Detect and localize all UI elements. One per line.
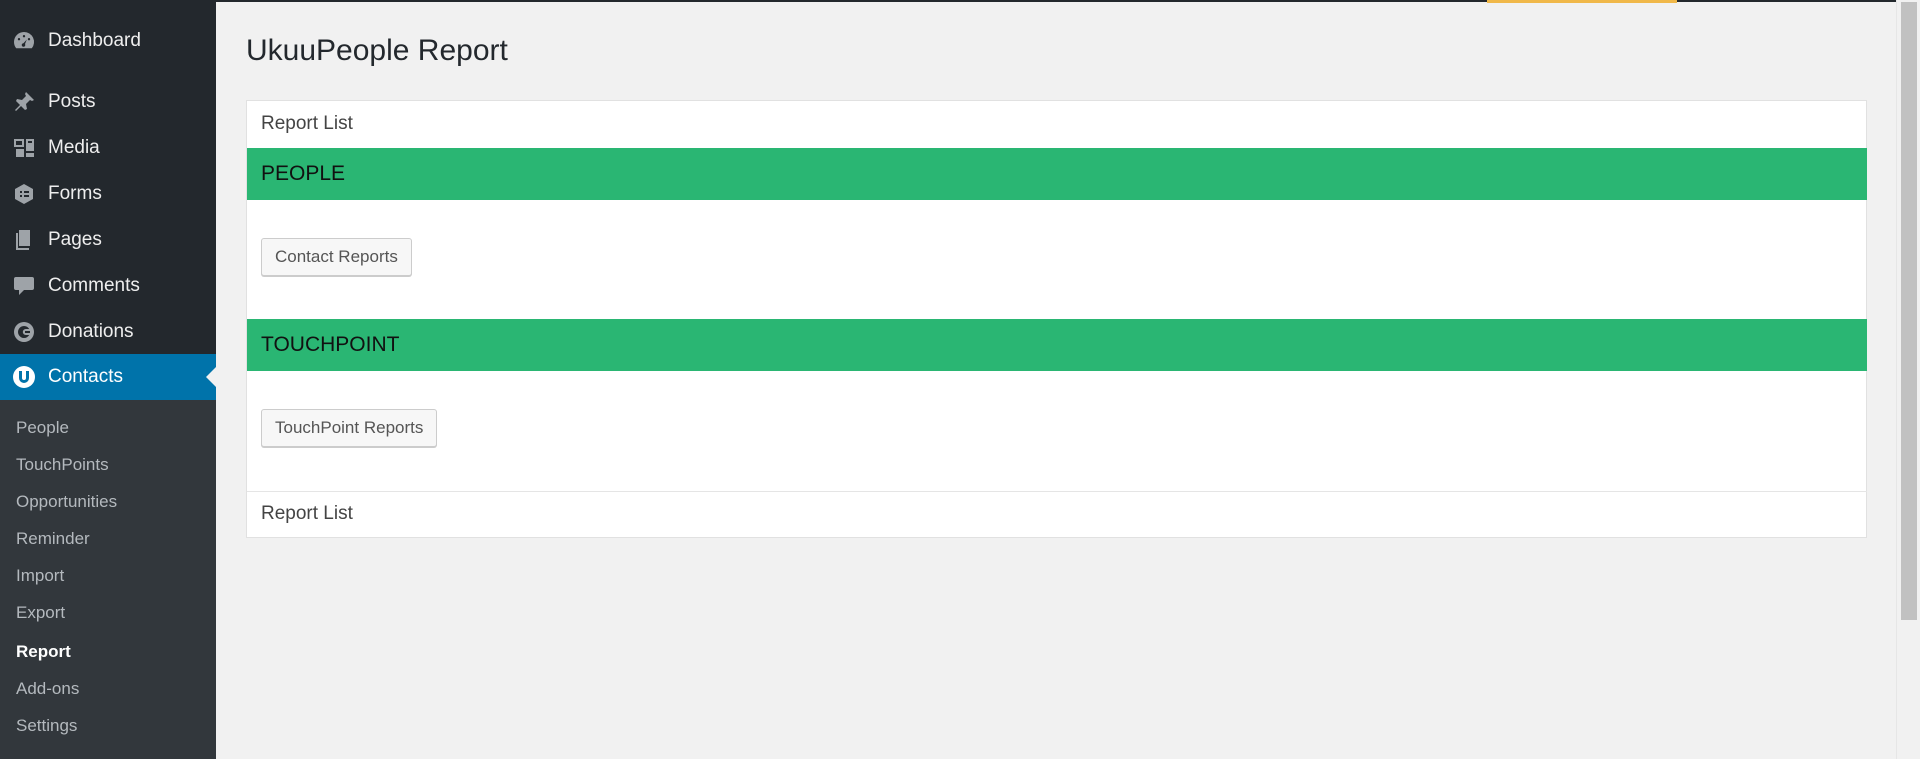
ukuu-logo-icon	[0, 354, 48, 400]
menu-item-label: Comments	[48, 275, 140, 296]
forms-icon	[0, 171, 48, 217]
pin-icon	[0, 79, 48, 125]
submenu-item-people[interactable]: People	[16, 413, 69, 443]
section-title: TOUCHPOINT	[261, 333, 400, 356]
section-people-header: PEOPLE	[247, 148, 1867, 200]
admin-sidebar: Dashboard Posts Media Forms Pages Commen…	[0, 0, 216, 759]
contacts-submenu: People TouchPoints Opportunities Reminde…	[0, 400, 216, 759]
section-touchpoint-header: TOUCHPOINT	[247, 319, 1867, 371]
menu-item-donations[interactable]: Donations	[0, 309, 216, 355]
menu-item-forms[interactable]: Forms	[0, 171, 216, 217]
menu-item-label: Posts	[48, 91, 96, 112]
menu-item-label: Pages	[48, 229, 102, 250]
dashboard-icon	[0, 18, 48, 64]
admin-bar-accent	[1487, 0, 1677, 3]
submenu-item-addons[interactable]: Add-ons	[16, 674, 79, 704]
touchpoint-reports-button[interactable]: TouchPoint Reports	[261, 409, 438, 447]
pages-icon	[0, 217, 48, 263]
submenu-item-export[interactable]: Export	[16, 598, 65, 628]
menu-item-pages[interactable]: Pages	[0, 217, 216, 263]
report-list-footer: Report List	[261, 503, 353, 524]
contact-reports-button[interactable]: Contact Reports	[261, 238, 412, 276]
panel-divider	[247, 491, 1867, 492]
submenu-item-reminder[interactable]: Reminder	[16, 524, 90, 554]
menu-item-media[interactable]: Media	[0, 125, 216, 171]
menu-item-label: Forms	[48, 183, 102, 204]
menu-item-contacts[interactable]: Contacts	[0, 354, 216, 400]
menu-item-label: Contacts	[48, 366, 123, 387]
submenu-item-opportunities[interactable]: Opportunities	[16, 487, 117, 517]
menu-item-label: Media	[48, 137, 100, 158]
menu-item-label: Dashboard	[48, 30, 141, 51]
menu-item-dashboard[interactable]: Dashboard	[0, 18, 216, 64]
menu-item-label: Donations	[48, 321, 134, 342]
report-panel: Report List PEOPLE Contact Reports TOUCH…	[246, 100, 1867, 538]
menu-item-posts[interactable]: Posts	[0, 79, 216, 125]
media-icon	[0, 125, 48, 171]
menu-item-comments[interactable]: Comments	[0, 263, 216, 309]
section-title: PEOPLE	[261, 162, 346, 185]
page-title: UkuuPeople Report	[246, 34, 508, 67]
submenu-item-touchpoints[interactable]: TouchPoints	[16, 450, 109, 480]
page-scrollbar[interactable]	[1896, 0, 1920, 759]
submenu-item-settings[interactable]: Settings	[16, 711, 77, 741]
scrollbar-thumb[interactable]	[1901, 2, 1917, 620]
donations-icon	[0, 309, 48, 355]
submenu-item-report[interactable]: Report	[16, 637, 71, 667]
submenu-item-import[interactable]: Import	[16, 561, 64, 591]
report-list-header: Report List	[261, 113, 353, 134]
comment-icon	[0, 263, 48, 309]
